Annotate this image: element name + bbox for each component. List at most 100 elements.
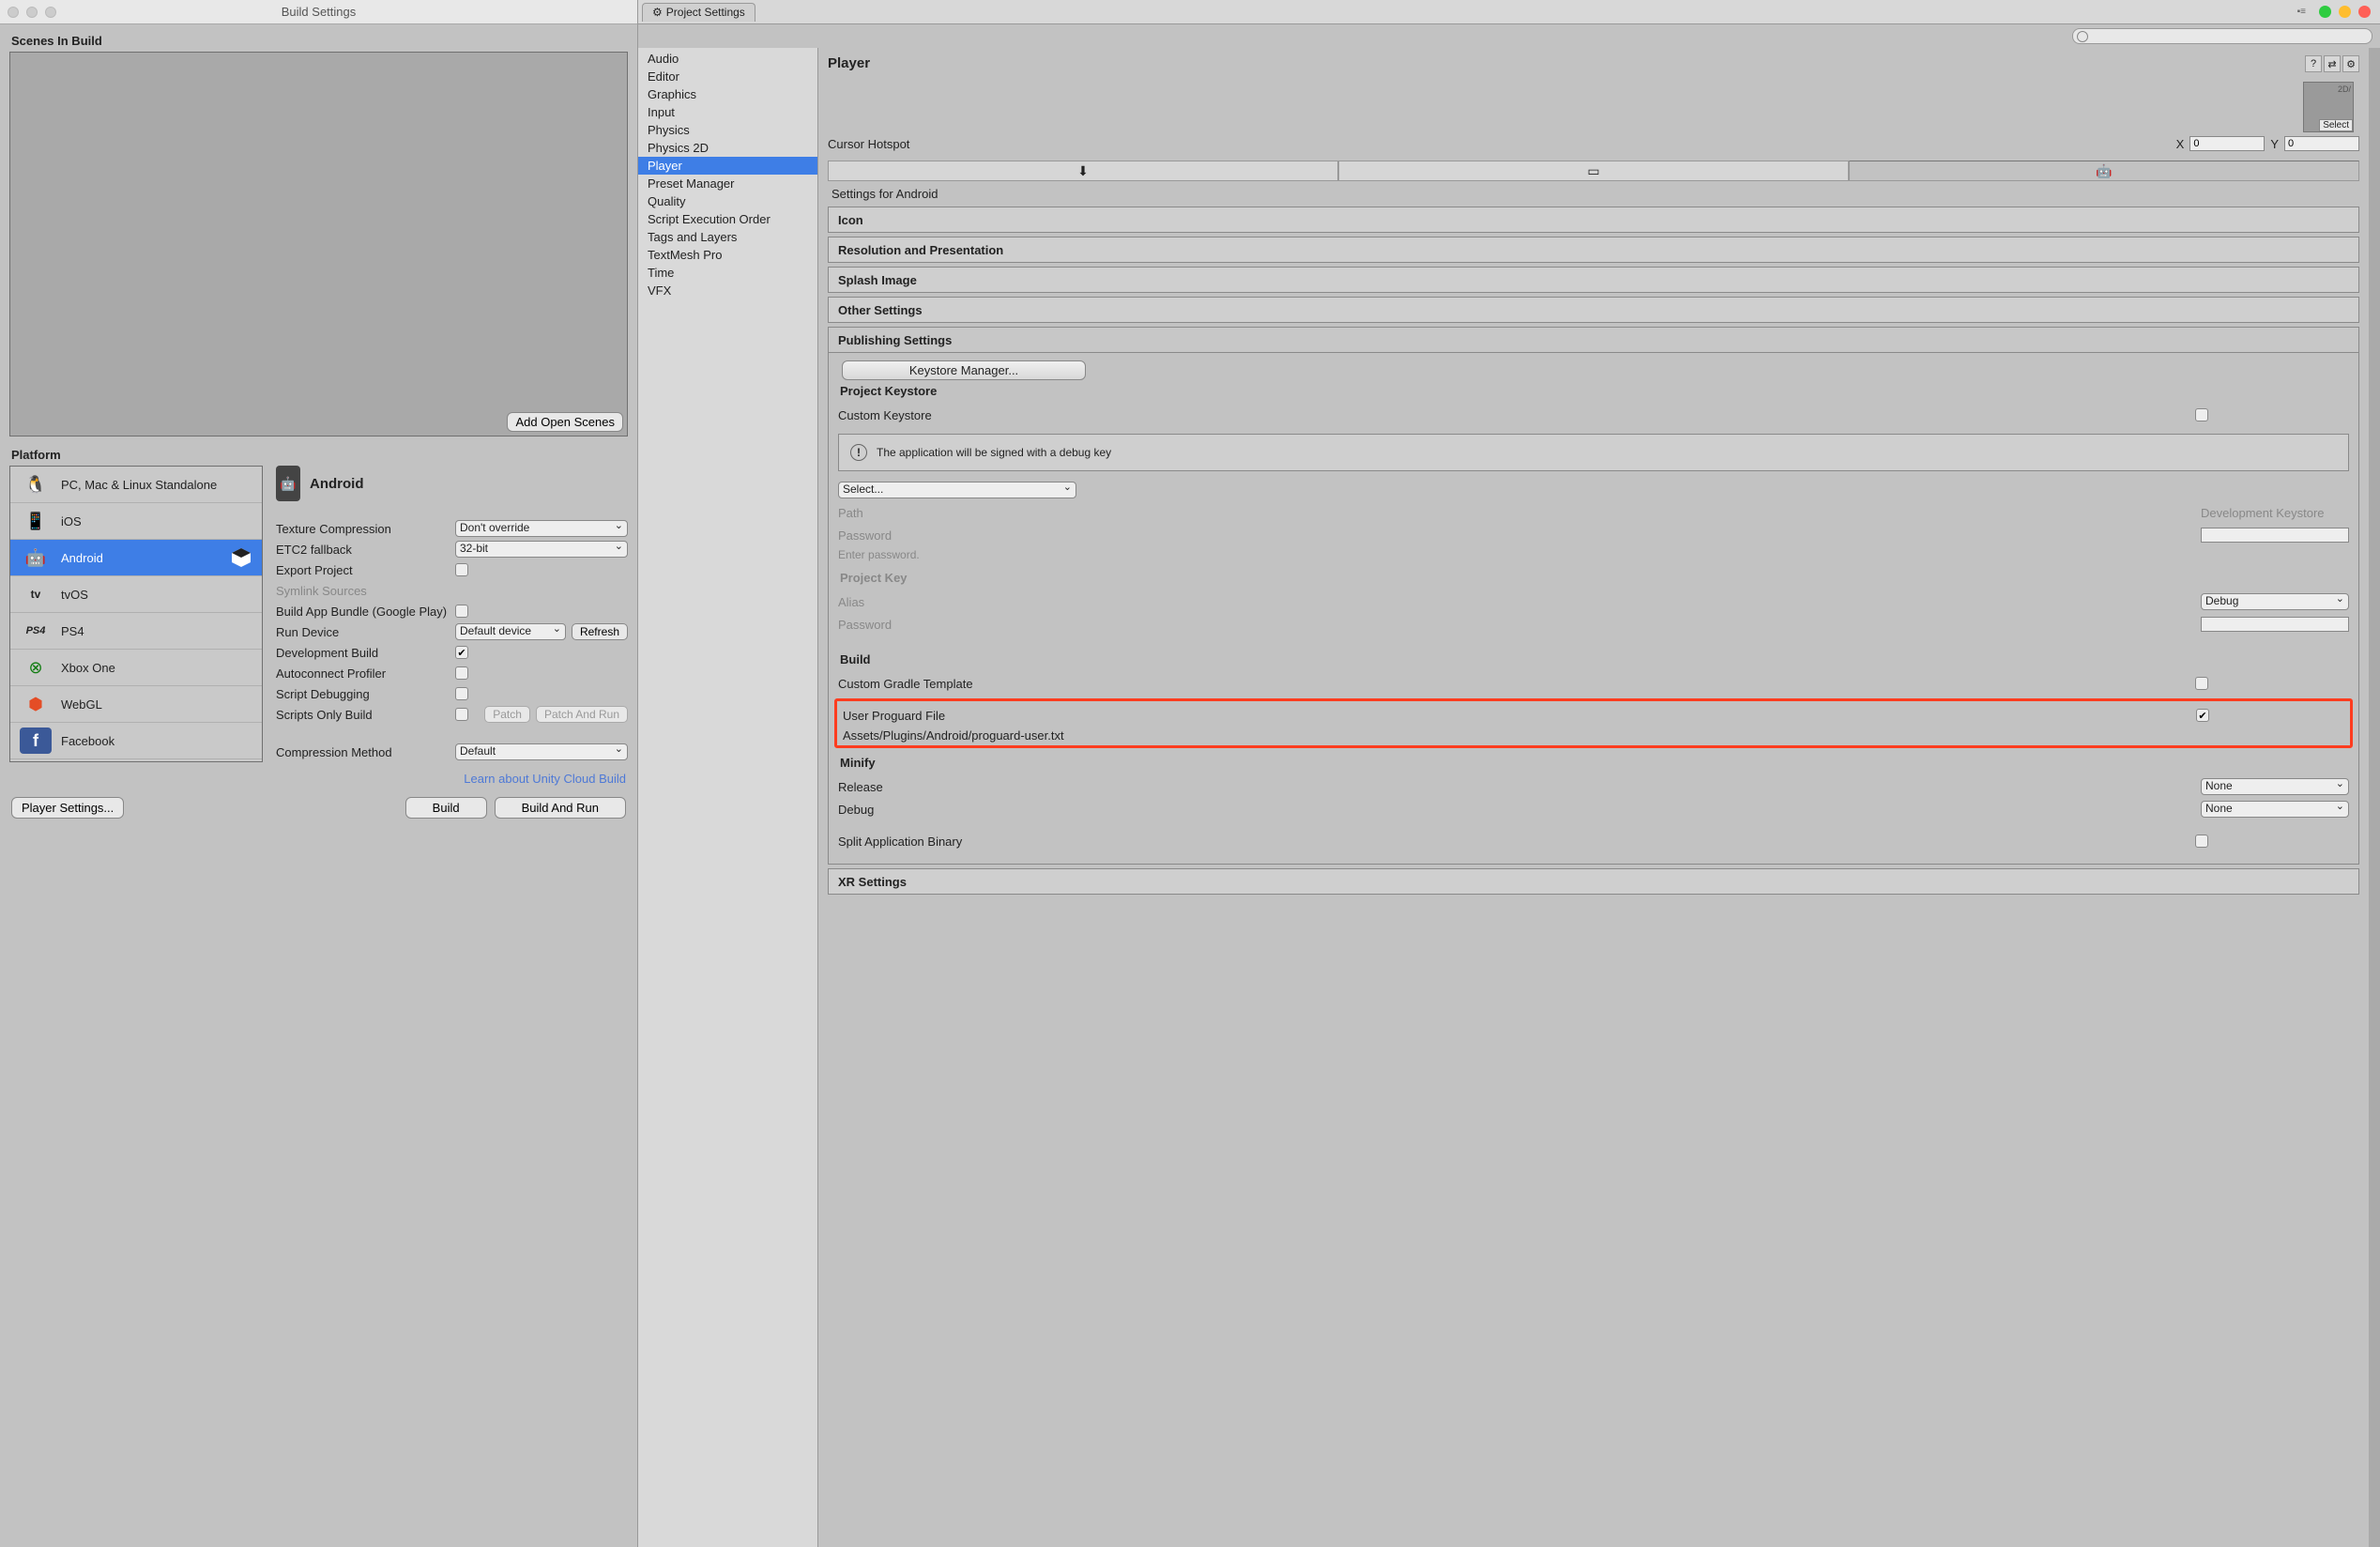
- sidebar-item-editor[interactable]: Editor: [638, 68, 817, 85]
- webgl-icon: ⬢: [20, 691, 52, 717]
- minify-debug-label: Debug: [838, 803, 2191, 817]
- proguard-checkbox[interactable]: [2196, 709, 2209, 722]
- sidebar-item-time[interactable]: Time: [638, 264, 817, 282]
- debug-key-info: ! The application will be signed with a …: [838, 434, 2349, 471]
- platform-xbox[interactable]: ⊗ Xbox One: [10, 650, 262, 686]
- player-settings-button[interactable]: Player Settings...: [11, 797, 124, 819]
- texture-compression-dropdown[interactable]: Don't override: [455, 520, 628, 537]
- platform-android[interactable]: 🤖 Android: [10, 540, 262, 576]
- keystore-password-field[interactable]: [2201, 528, 2349, 543]
- platform-pc[interactable]: 🐧 PC, Mac & Linux Standalone: [10, 467, 262, 503]
- android-icon: 🤖: [276, 466, 300, 501]
- foldout-splash[interactable]: Splash Image: [828, 267, 2359, 293]
- android-icon: 🤖: [2096, 163, 2112, 179]
- select-texture-button[interactable]: Select: [2319, 119, 2353, 131]
- script-debug-checkbox[interactable]: [455, 687, 468, 700]
- minify-release-dropdown[interactable]: None: [2201, 778, 2349, 795]
- platform-facebook[interactable]: f Facebook: [10, 723, 262, 759]
- sidebar-item-player[interactable]: Player: [638, 157, 817, 175]
- cloud-build-link[interactable]: Learn about Unity Cloud Build: [0, 762, 637, 791]
- foldout-resolution[interactable]: Resolution and Presentation: [828, 237, 2359, 263]
- platform-detail-panel: 🤖 Android Texture CompressionDon't overr…: [276, 466, 628, 762]
- help-icon[interactable]: ?: [2305, 55, 2322, 72]
- sidebar-item-script-order[interactable]: Script Execution Order: [638, 210, 817, 228]
- foldout-icon[interactable]: Icon: [828, 207, 2359, 233]
- sidebar-item-tags[interactable]: Tags and Layers: [638, 228, 817, 246]
- info-icon: !: [850, 444, 867, 461]
- keystore-password-label: Password: [838, 528, 2191, 543]
- etc2-dropdown[interactable]: 32-bit: [455, 541, 628, 558]
- run-device-label: Run Device: [276, 625, 450, 639]
- sidebar-item-graphics[interactable]: Graphics: [638, 85, 817, 103]
- mac-close-icon[interactable]: [2358, 6, 2371, 18]
- platform-ios[interactable]: 📱 iOS: [10, 503, 262, 540]
- cursor-hotspot-y[interactable]: [2284, 136, 2359, 151]
- autoconnect-checkbox[interactable]: [455, 666, 468, 680]
- mac-zoom-icon[interactable]: [2339, 6, 2351, 18]
- proguard-path: Assets/Plugins/Android/proguard-user.txt: [843, 727, 2344, 743]
- sidebar-item-tmp[interactable]: TextMesh Pro: [638, 246, 817, 264]
- platform-detail-title: Android: [310, 476, 364, 492]
- foldout-publishing[interactable]: Publishing Settings: [828, 327, 2359, 353]
- export-project-label: Export Project: [276, 563, 450, 577]
- build-and-run-button[interactable]: Build And Run: [495, 797, 626, 819]
- platform-webgl[interactable]: ⬢ WebGL: [10, 686, 262, 723]
- sidebar-item-preset[interactable]: Preset Manager: [638, 175, 817, 192]
- gradle-template-label: Custom Gradle Template: [838, 677, 2186, 691]
- foldout-other[interactable]: Other Settings: [828, 297, 2359, 323]
- sidebar-item-vfx[interactable]: VFX: [638, 282, 817, 299]
- platform-label-text: PC, Mac & Linux Standalone: [61, 478, 217, 492]
- add-open-scenes-button[interactable]: Add Open Scenes: [507, 412, 623, 432]
- key-password-field[interactable]: [2201, 617, 2349, 632]
- foldout-xr[interactable]: XR Settings: [828, 868, 2359, 895]
- sidebar-item-input[interactable]: Input: [638, 103, 817, 121]
- build-app-bundle-checkbox[interactable]: [455, 605, 468, 618]
- minify-release-label: Release: [838, 780, 2191, 794]
- custom-keystore-checkbox[interactable]: [2195, 408, 2208, 421]
- platform-tvos[interactable]: tv tvOS: [10, 576, 262, 613]
- minify-title: Minify: [838, 752, 2349, 775]
- scripts-only-checkbox[interactable]: [455, 708, 468, 721]
- sidebar-item-physics2d[interactable]: Physics 2D: [638, 139, 817, 157]
- refresh-button[interactable]: Refresh: [572, 623, 628, 640]
- tab-android[interactable]: 🤖: [1849, 161, 2359, 181]
- patch-and-run-button[interactable]: Patch And Run: [536, 706, 628, 723]
- tab-options-icon[interactable]: ▪≡: [2297, 7, 2306, 17]
- platform-label-text: PS4: [61, 624, 84, 638]
- cursor-hotspot-x[interactable]: [2189, 136, 2265, 151]
- preset-icon[interactable]: ⇄: [2324, 55, 2341, 72]
- search-input[interactable]: [2072, 28, 2372, 44]
- keystore-manager-button[interactable]: Keystore Manager...: [842, 360, 1086, 380]
- cursor-texture-slot[interactable]: 2D/ Select: [2303, 82, 2354, 132]
- build-button[interactable]: Build: [405, 797, 487, 819]
- platform-list: 🐧 PC, Mac & Linux Standalone 📱 iOS 🤖 And…: [9, 466, 263, 762]
- mac-minimize-icon[interactable]: [2319, 6, 2331, 18]
- gradle-template-checkbox[interactable]: [2195, 677, 2208, 690]
- split-binary-checkbox[interactable]: [2195, 835, 2208, 848]
- export-project-checkbox[interactable]: [455, 563, 468, 576]
- sidebar-item-quality[interactable]: Quality: [638, 192, 817, 210]
- sidebar-item-audio[interactable]: Audio: [638, 50, 817, 68]
- patch-button[interactable]: Patch: [484, 706, 530, 723]
- y-label: Y: [2270, 137, 2279, 151]
- keystore-select-dropdown[interactable]: Select...: [838, 482, 1076, 498]
- scrollbar[interactable]: [2369, 48, 2380, 1547]
- scenes-list[interactable]: Add Open Scenes: [9, 52, 628, 437]
- tab-ios[interactable]: ▭: [1338, 161, 1849, 181]
- alias-dropdown[interactable]: Debug: [2201, 593, 2349, 610]
- path-label: Path: [838, 506, 2191, 520]
- tab-standalone[interactable]: ⬇: [828, 161, 1338, 181]
- sidebar-item-physics[interactable]: Physics: [638, 121, 817, 139]
- gear-icon: ⚙: [652, 6, 663, 19]
- dev-build-checkbox[interactable]: [455, 646, 468, 659]
- gear-icon[interactable]: ⚙: [2342, 55, 2359, 72]
- run-device-dropdown[interactable]: Default device: [455, 623, 566, 640]
- ps-titlebar: ⚙ Project Settings ▪≡: [638, 0, 2380, 24]
- project-settings-tab[interactable]: ⚙ Project Settings: [642, 3, 755, 22]
- scripts-only-label: Scripts Only Build: [276, 708, 450, 722]
- key-password-label: Password: [838, 618, 2191, 632]
- platform-ps4[interactable]: PS4 PS4: [10, 613, 262, 650]
- compression-dropdown[interactable]: Default: [455, 743, 628, 760]
- phone-icon: ▭: [1587, 163, 1599, 179]
- minify-debug-dropdown[interactable]: None: [2201, 801, 2349, 818]
